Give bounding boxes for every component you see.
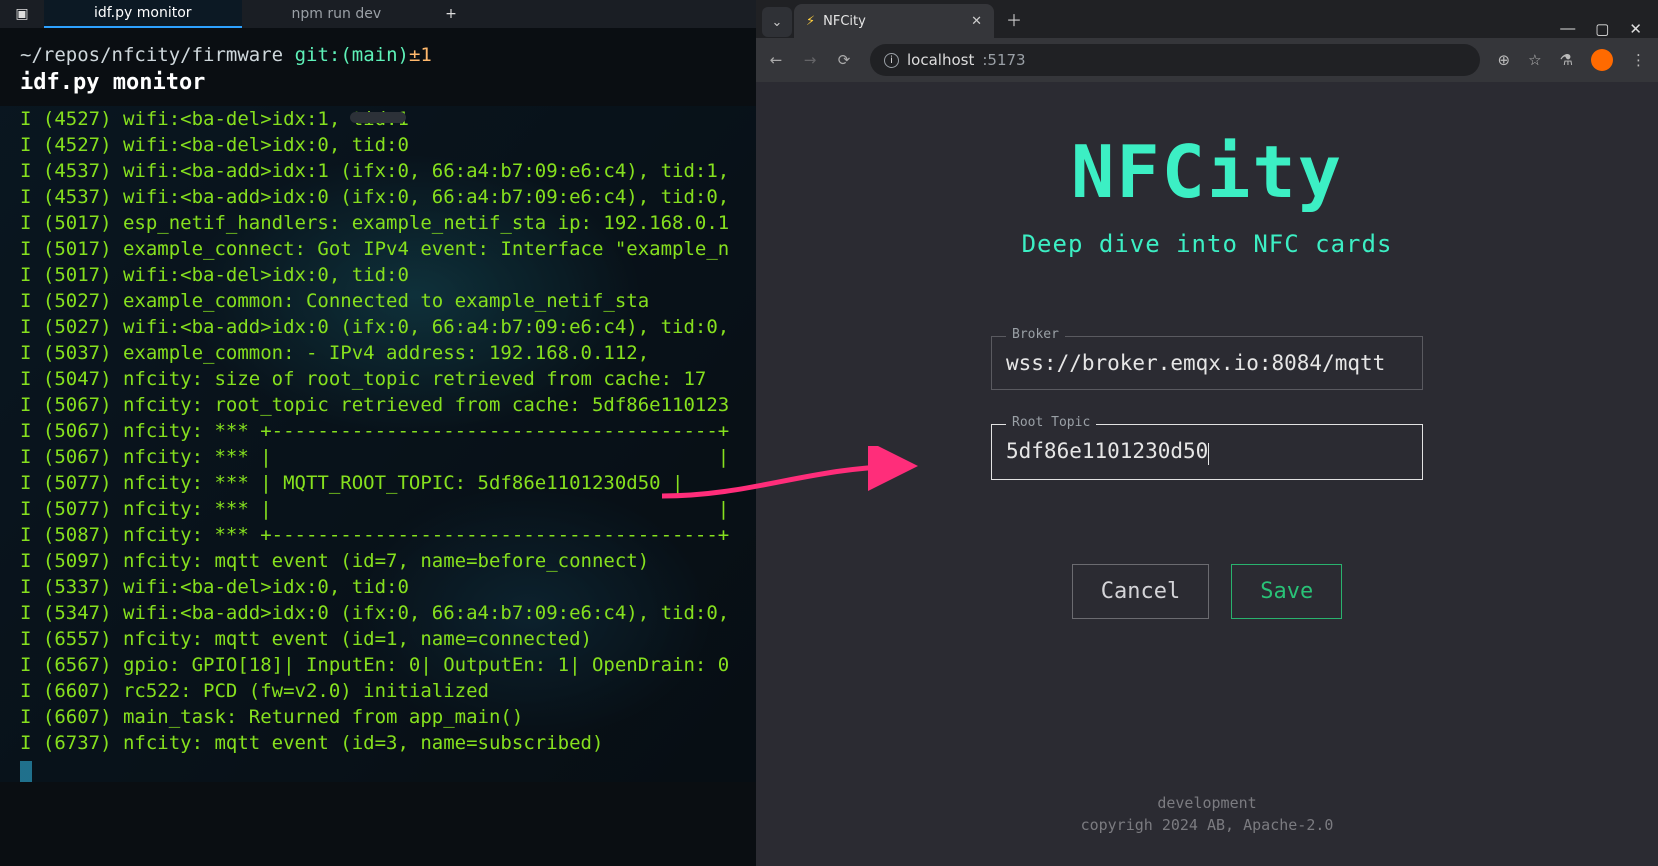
- log-line: I (6737) nfcity: mqtt event (id=3, name=…: [20, 730, 756, 756]
- close-window-icon[interactable]: ✕: [1629, 20, 1642, 38]
- log-line: I (4527) wifi:<ba-del>idx:0, tid:0: [20, 132, 756, 158]
- terminal-body: ~/repos/nfcity/firmware git:(main)±1 idf…: [0, 42, 756, 96]
- terminal-output[interactable]: I (4527) wifi:<ba-del>idx:1, tid:1I (452…: [0, 106, 756, 782]
- log-line: I (6557) nfcity: mqtt event (id=1, name=…: [20, 626, 756, 652]
- flask-icon[interactable]: ⚗: [1560, 51, 1573, 69]
- url-host: localhost: [907, 51, 974, 69]
- site-info-icon[interactable]: i: [884, 53, 899, 68]
- bolt-icon: ⚡: [806, 14, 815, 29]
- address-bar[interactable]: i localhost :5173: [870, 44, 1480, 76]
- bookmark-icon[interactable]: ☆: [1528, 51, 1541, 69]
- footer-copy: copyrigh 2024 AB, Apache-2.0: [756, 814, 1658, 836]
- log-line: I (6607) main_task: Returned from app_ma…: [20, 704, 756, 730]
- log-line: I (4537) wifi:<ba-add>idx:1 (ifx:0, 66:a…: [20, 158, 756, 184]
- tab-title: NFCity: [823, 14, 866, 29]
- broker-value: wss://broker.emqx.io:8084/mqtt: [1006, 351, 1385, 375]
- browser-new-tab[interactable]: ＋: [996, 7, 1032, 31]
- broker-field[interactable]: Broker wss://broker.emqx.io:8084/mqtt: [991, 336, 1423, 390]
- terminal-tab-bar: ▣ idf.py monitor npm run dev +: [0, 0, 756, 28]
- log-line: I (5067) nfcity: root_topic retrieved fr…: [20, 392, 756, 418]
- browser-toolbar: ← → ⟳ i localhost :5173 ⊕ ☆ ⚗ ⋮: [756, 38, 1658, 82]
- terminal-drag-handle[interactable]: [350, 112, 406, 123]
- log-line: I (5087) nfcity: *** +------------------…: [20, 522, 756, 548]
- text-caret: [1208, 443, 1209, 465]
- menu-icon[interactable]: ⋮: [1631, 51, 1646, 69]
- log-line: I (5027) wifi:<ba-add>idx:0 (ifx:0, 66:a…: [20, 314, 756, 340]
- url-port: :5173: [982, 51, 1025, 69]
- terminal-tab-2[interactable]: npm run dev: [242, 0, 432, 28]
- broker-label: Broker: [1006, 327, 1065, 342]
- browser-tab-nfcity[interactable]: ⚡ NFCity ✕: [794, 4, 994, 38]
- log-line: I (5067) nfcity: *** +------------------…: [20, 418, 756, 444]
- settings-form: Broker wss://broker.emqx.io:8084/mqtt Ro…: [991, 336, 1423, 619]
- log-line: I (5027) example_common: Connected to ex…: [20, 288, 756, 314]
- log-line: I (5077) nfcity: *** | |: [20, 496, 756, 522]
- prompt-git: git:(main): [295, 44, 409, 66]
- page-subtitle: Deep dive into NFC cards: [756, 230, 1658, 258]
- maximize-icon[interactable]: ▢: [1595, 20, 1609, 38]
- terminal-pane: ▣ idf.py monitor npm run dev + ~/repos/n…: [0, 0, 756, 866]
- reload-icon[interactable]: ⟳: [836, 51, 852, 69]
- close-tab-icon[interactable]: ✕: [971, 14, 982, 29]
- command-line: idf.py monitor: [20, 70, 756, 96]
- prompt-suffix: ±1: [409, 44, 432, 66]
- page-content: NFCity Deep dive into NFC cards Broker w…: [756, 82, 1658, 866]
- root-topic-value: 5df86e1101230d50: [1006, 439, 1208, 463]
- log-line: I (6607) rc522: PCD (fw=v2.0) initialize…: [20, 678, 756, 704]
- root-topic-label: Root Topic: [1006, 415, 1096, 430]
- terminal-tab-1[interactable]: idf.py monitor: [44, 0, 242, 28]
- page-footer: development copyrigh 2024 AB, Apache-2.0: [756, 792, 1658, 836]
- page-title: NFCity: [756, 130, 1658, 214]
- log-line: I (5067) nfcity: *** | |: [20, 444, 756, 470]
- log-line: I (5017) example_connect: Got IPv4 event…: [20, 236, 756, 262]
- log-line: I (5077) nfcity: *** | MQTT_ROOT_TOPIC: …: [20, 470, 756, 496]
- terminal-cursor: [20, 761, 32, 782]
- log-line: I (5017) esp_netif_handlers: example_net…: [20, 210, 756, 236]
- back-icon[interactable]: ←: [768, 51, 784, 69]
- browser-tab-strip: ⌄ ⚡ NFCity ✕ ＋ — ▢ ✕: [756, 0, 1658, 38]
- tab-search-button[interactable]: ⌄: [762, 7, 792, 37]
- form-buttons: Cancel Save: [991, 564, 1423, 619]
- prompt-path: ~/repos/nfcity/firmware: [20, 44, 283, 66]
- minimize-icon[interactable]: —: [1560, 20, 1575, 38]
- toolbar-actions: ⊕ ☆ ⚗ ⋮: [1498, 49, 1646, 71]
- save-button[interactable]: Save: [1231, 564, 1342, 619]
- window-controls: — ▢ ✕: [1544, 20, 1658, 38]
- root-topic-field[interactable]: Root Topic 5df86e1101230d50: [991, 424, 1423, 480]
- log-line: I (6567) gpio: GPIO[18]| InputEn: 0| Out…: [20, 652, 756, 678]
- log-line: I (5037) example_common: - IPv4 address:…: [20, 340, 756, 366]
- log-line: I (5017) wifi:<ba-del>idx:0, tid:0: [20, 262, 756, 288]
- zoom-icon[interactable]: ⊕: [1498, 51, 1511, 69]
- footer-env: development: [756, 792, 1658, 814]
- browser-window: ⌄ ⚡ NFCity ✕ ＋ — ▢ ✕ ← → ⟳ i localhost :5…: [756, 0, 1658, 866]
- log-line: I (4537) wifi:<ba-add>idx:0 (ifx:0, 66:a…: [20, 184, 756, 210]
- profile-avatar[interactable]: [1591, 49, 1613, 71]
- terminal-new-tab[interactable]: +: [431, 1, 471, 27]
- log-line: I (5047) nfcity: size of root_topic retr…: [20, 366, 756, 392]
- prompt-line: ~/repos/nfcity/firmware git:(main)±1: [20, 42, 756, 68]
- log-line: I (5097) nfcity: mqtt event (id=7, name=…: [20, 548, 756, 574]
- cancel-button[interactable]: Cancel: [1072, 564, 1209, 619]
- log-line: I (5337) wifi:<ba-del>idx:0, tid:0: [20, 574, 756, 600]
- log-line: I (5347) wifi:<ba-add>idx:0 (ifx:0, 66:a…: [20, 600, 756, 626]
- terminal-app-icon: ▣: [0, 1, 44, 27]
- forward-icon[interactable]: →: [802, 51, 818, 69]
